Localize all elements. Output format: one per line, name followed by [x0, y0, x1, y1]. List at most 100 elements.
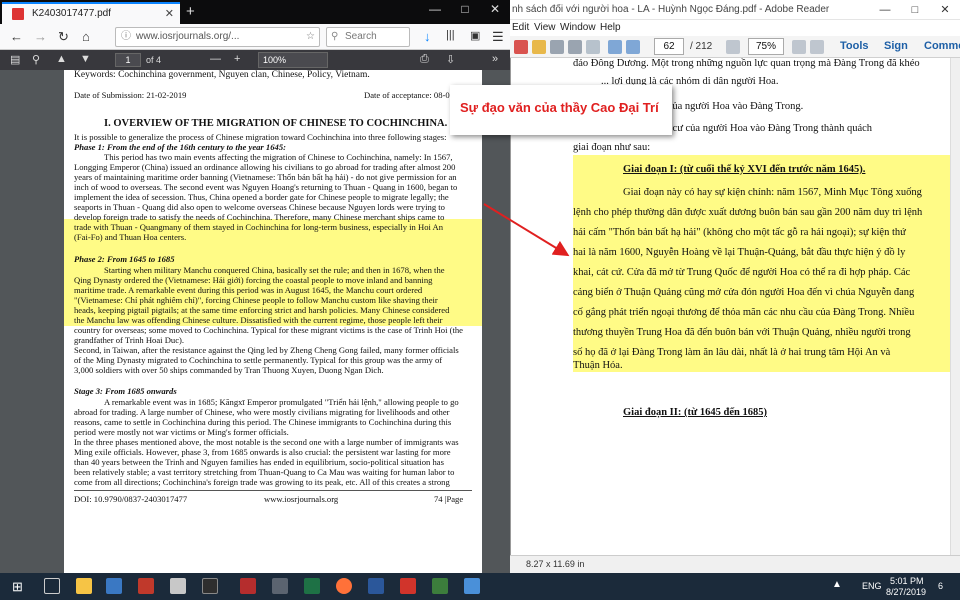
- viet-line: cố gắng phát triển ngoại thương để thỏa …: [573, 307, 915, 318]
- firefox-window: K2403017477.pdf ✕ + — □ ✕ ← → ↻ ⌂ ⓘ www.…: [0, 0, 510, 573]
- firefox-icon[interactable]: [336, 578, 352, 594]
- url-bar[interactable]: ⓘ www.iosrjournals.org/... ☆: [115, 27, 320, 47]
- reload-icon[interactable]: ↻: [58, 29, 69, 45]
- footer-doi: DOI: 10.9790/0837-2403017477: [74, 494, 188, 504]
- powershell-icon[interactable]: [106, 578, 122, 594]
- print-icon[interactable]: ⎙: [420, 53, 429, 66]
- tab-tools[interactable]: Tools: [840, 40, 869, 52]
- keywords: Keywords: Cochinchina government, Nguyen…: [74, 70, 370, 80]
- viet-line: giai đoạn như sau:: [573, 142, 651, 153]
- viet-line: hai là năm 1600, Nguyễn Hoàng về lại Thu…: [573, 247, 906, 258]
- clock-date[interactable]: 8/27/2019: [886, 587, 926, 597]
- clock-time[interactable]: 5:01 PM: [890, 576, 924, 586]
- firefox-tab-bar: K2403017477.pdf ✕ + — □ ✕: [0, 0, 510, 24]
- file-explorer-icon[interactable]: [76, 578, 92, 594]
- body-line: (Fai-Fo) and Thuan Hoa centers.: [74, 232, 187, 242]
- body-line: heads, keeping pigtail pigtails; at the …: [74, 305, 450, 315]
- maximize-icon[interactable]: □: [900, 0, 930, 20]
- adobe-zoom-select[interactable]: 75%: [748, 38, 784, 55]
- minimize-icon[interactable]: —: [420, 2, 450, 16]
- word-icon[interactable]: [368, 578, 384, 594]
- back-icon[interactable]: ←: [10, 29, 23, 44]
- library-icon[interactable]: |||: [446, 29, 455, 41]
- stage-3-heading: Stage 3: From 1685 onwards: [74, 386, 177, 396]
- zoom-in-icon[interactable]: +: [234, 53, 240, 65]
- start-icon[interactable]: ⊞: [12, 579, 23, 595]
- prev-page-icon[interactable]: [608, 40, 622, 54]
- maximize-icon[interactable]: □: [450, 2, 480, 16]
- sidebar-icon[interactable]: ▣: [470, 29, 480, 42]
- email-icon[interactable]: [586, 40, 600, 54]
- body-line: inch of wood to overseas. The second eve…: [74, 182, 458, 192]
- home-icon[interactable]: ⌂: [82, 29, 90, 44]
- phase-1-heading: Phase 1: From the end of the 16th centur…: [74, 142, 286, 152]
- menu-view[interactable]: View: [534, 22, 556, 33]
- viet-line: Giai đoạn này có hay sự kiện chính: năm …: [623, 187, 922, 198]
- body-line: been relatively stable; a vast territory…: [74, 467, 455, 477]
- app-icon[interactable]: [202, 578, 218, 594]
- zoom-out-icon[interactable]: [726, 40, 740, 54]
- body-line: trade with Thuan - Quangmany of them sta…: [74, 222, 444, 232]
- next-page-icon[interactable]: [626, 40, 640, 54]
- app-icon[interactable]: [170, 578, 186, 594]
- info-icon[interactable]: ⓘ: [121, 28, 131, 46]
- fit-page-icon[interactable]: [810, 40, 824, 54]
- download-icon[interactable]: ↓: [424, 29, 431, 44]
- menu-help[interactable]: Help: [600, 22, 621, 33]
- pdf-tab-icon: [12, 8, 24, 20]
- excel-icon[interactable]: [304, 578, 320, 594]
- new-tab-icon[interactable]: +: [186, 3, 195, 20]
- find-icon[interactable]: ⚲: [32, 53, 40, 66]
- menu-icon[interactable]: ☰: [492, 29, 504, 45]
- task-view-icon[interactable]: [44, 578, 60, 594]
- acrobat-icon[interactable]: [240, 578, 256, 594]
- app-icon[interactable]: [138, 578, 154, 594]
- open-icon[interactable]: [532, 40, 546, 54]
- tab-close-icon[interactable]: ✕: [165, 7, 174, 20]
- prev-page-icon[interactable]: ▲: [56, 53, 67, 65]
- sidebar-toggle-icon[interactable]: ▤: [10, 53, 20, 66]
- zoom-select[interactable]: 100%: [258, 52, 328, 68]
- tab-sign[interactable]: Sign: [884, 40, 908, 52]
- close-icon[interactable]: ✕: [930, 0, 960, 20]
- notification-count[interactable]: 6: [938, 581, 943, 591]
- body-line: come from all directions; Cochinchina's …: [74, 477, 450, 487]
- tab-comment[interactable]: Comme: [924, 40, 960, 52]
- tools-icon[interactable]: »: [492, 53, 498, 65]
- app-icon[interactable]: [272, 578, 288, 594]
- save-icon[interactable]: [550, 40, 564, 54]
- date-submission: Date of Submission: 21-02-2019: [74, 90, 187, 100]
- menu-edit[interactable]: Edit: [512, 22, 529, 33]
- footer-page: 74 |Page: [434, 494, 464, 504]
- close-icon[interactable]: ✕: [480, 2, 510, 16]
- app-icon[interactable]: [400, 578, 416, 594]
- viet-line: thương thuyền Trung Hoa đã đến buôn bán …: [573, 327, 911, 338]
- menu-window[interactable]: Window: [560, 22, 596, 33]
- tab-pdf[interactable]: K2403017477.pdf ✕: [2, 2, 180, 24]
- minimize-icon[interactable]: —: [870, 0, 900, 20]
- adobe-page-input[interactable]: 62: [654, 38, 684, 55]
- zoom-in-icon[interactable]: [792, 40, 806, 54]
- adobe-scrollbar[interactable]: [950, 58, 960, 555]
- forward-icon[interactable]: →: [34, 29, 47, 44]
- bookmark-star-icon[interactable]: ☆: [306, 28, 315, 46]
- next-page-icon[interactable]: ▼: [80, 53, 91, 65]
- search-placeholder: Search: [345, 31, 377, 42]
- adobe-status-bar: 8.27 x 11.69 in: [510, 555, 960, 573]
- page-number-input[interactable]: 1: [115, 53, 141, 67]
- app-icon[interactable]: [432, 578, 448, 594]
- plagiarism-callout: Sự đạo văn của thầy Cao Đại Trí: [450, 85, 672, 135]
- app-icon[interactable]: [464, 578, 480, 594]
- print-icon[interactable]: [568, 40, 582, 54]
- viet-line: Thuận Hóa.: [573, 360, 623, 371]
- network-icon[interactable]: ▲: [832, 579, 842, 590]
- page-total: of 4: [146, 55, 162, 65]
- create-pdf-icon[interactable]: [514, 40, 528, 54]
- adobe-menu-bar: Edit View Window Help: [510, 20, 960, 36]
- footer-site: www.iosrjournals.org: [264, 494, 339, 504]
- zoom-out-icon[interactable]: —: [210, 53, 221, 65]
- save-icon[interactable]: ⇩: [446, 53, 455, 66]
- language-indicator[interactable]: ENG: [862, 581, 882, 591]
- search-input[interactable]: ⚲ Search: [326, 27, 410, 47]
- firefox-nav-bar: ← → ↻ ⌂ ⓘ www.iosrjournals.org/... ☆ ⚲ S…: [0, 24, 510, 50]
